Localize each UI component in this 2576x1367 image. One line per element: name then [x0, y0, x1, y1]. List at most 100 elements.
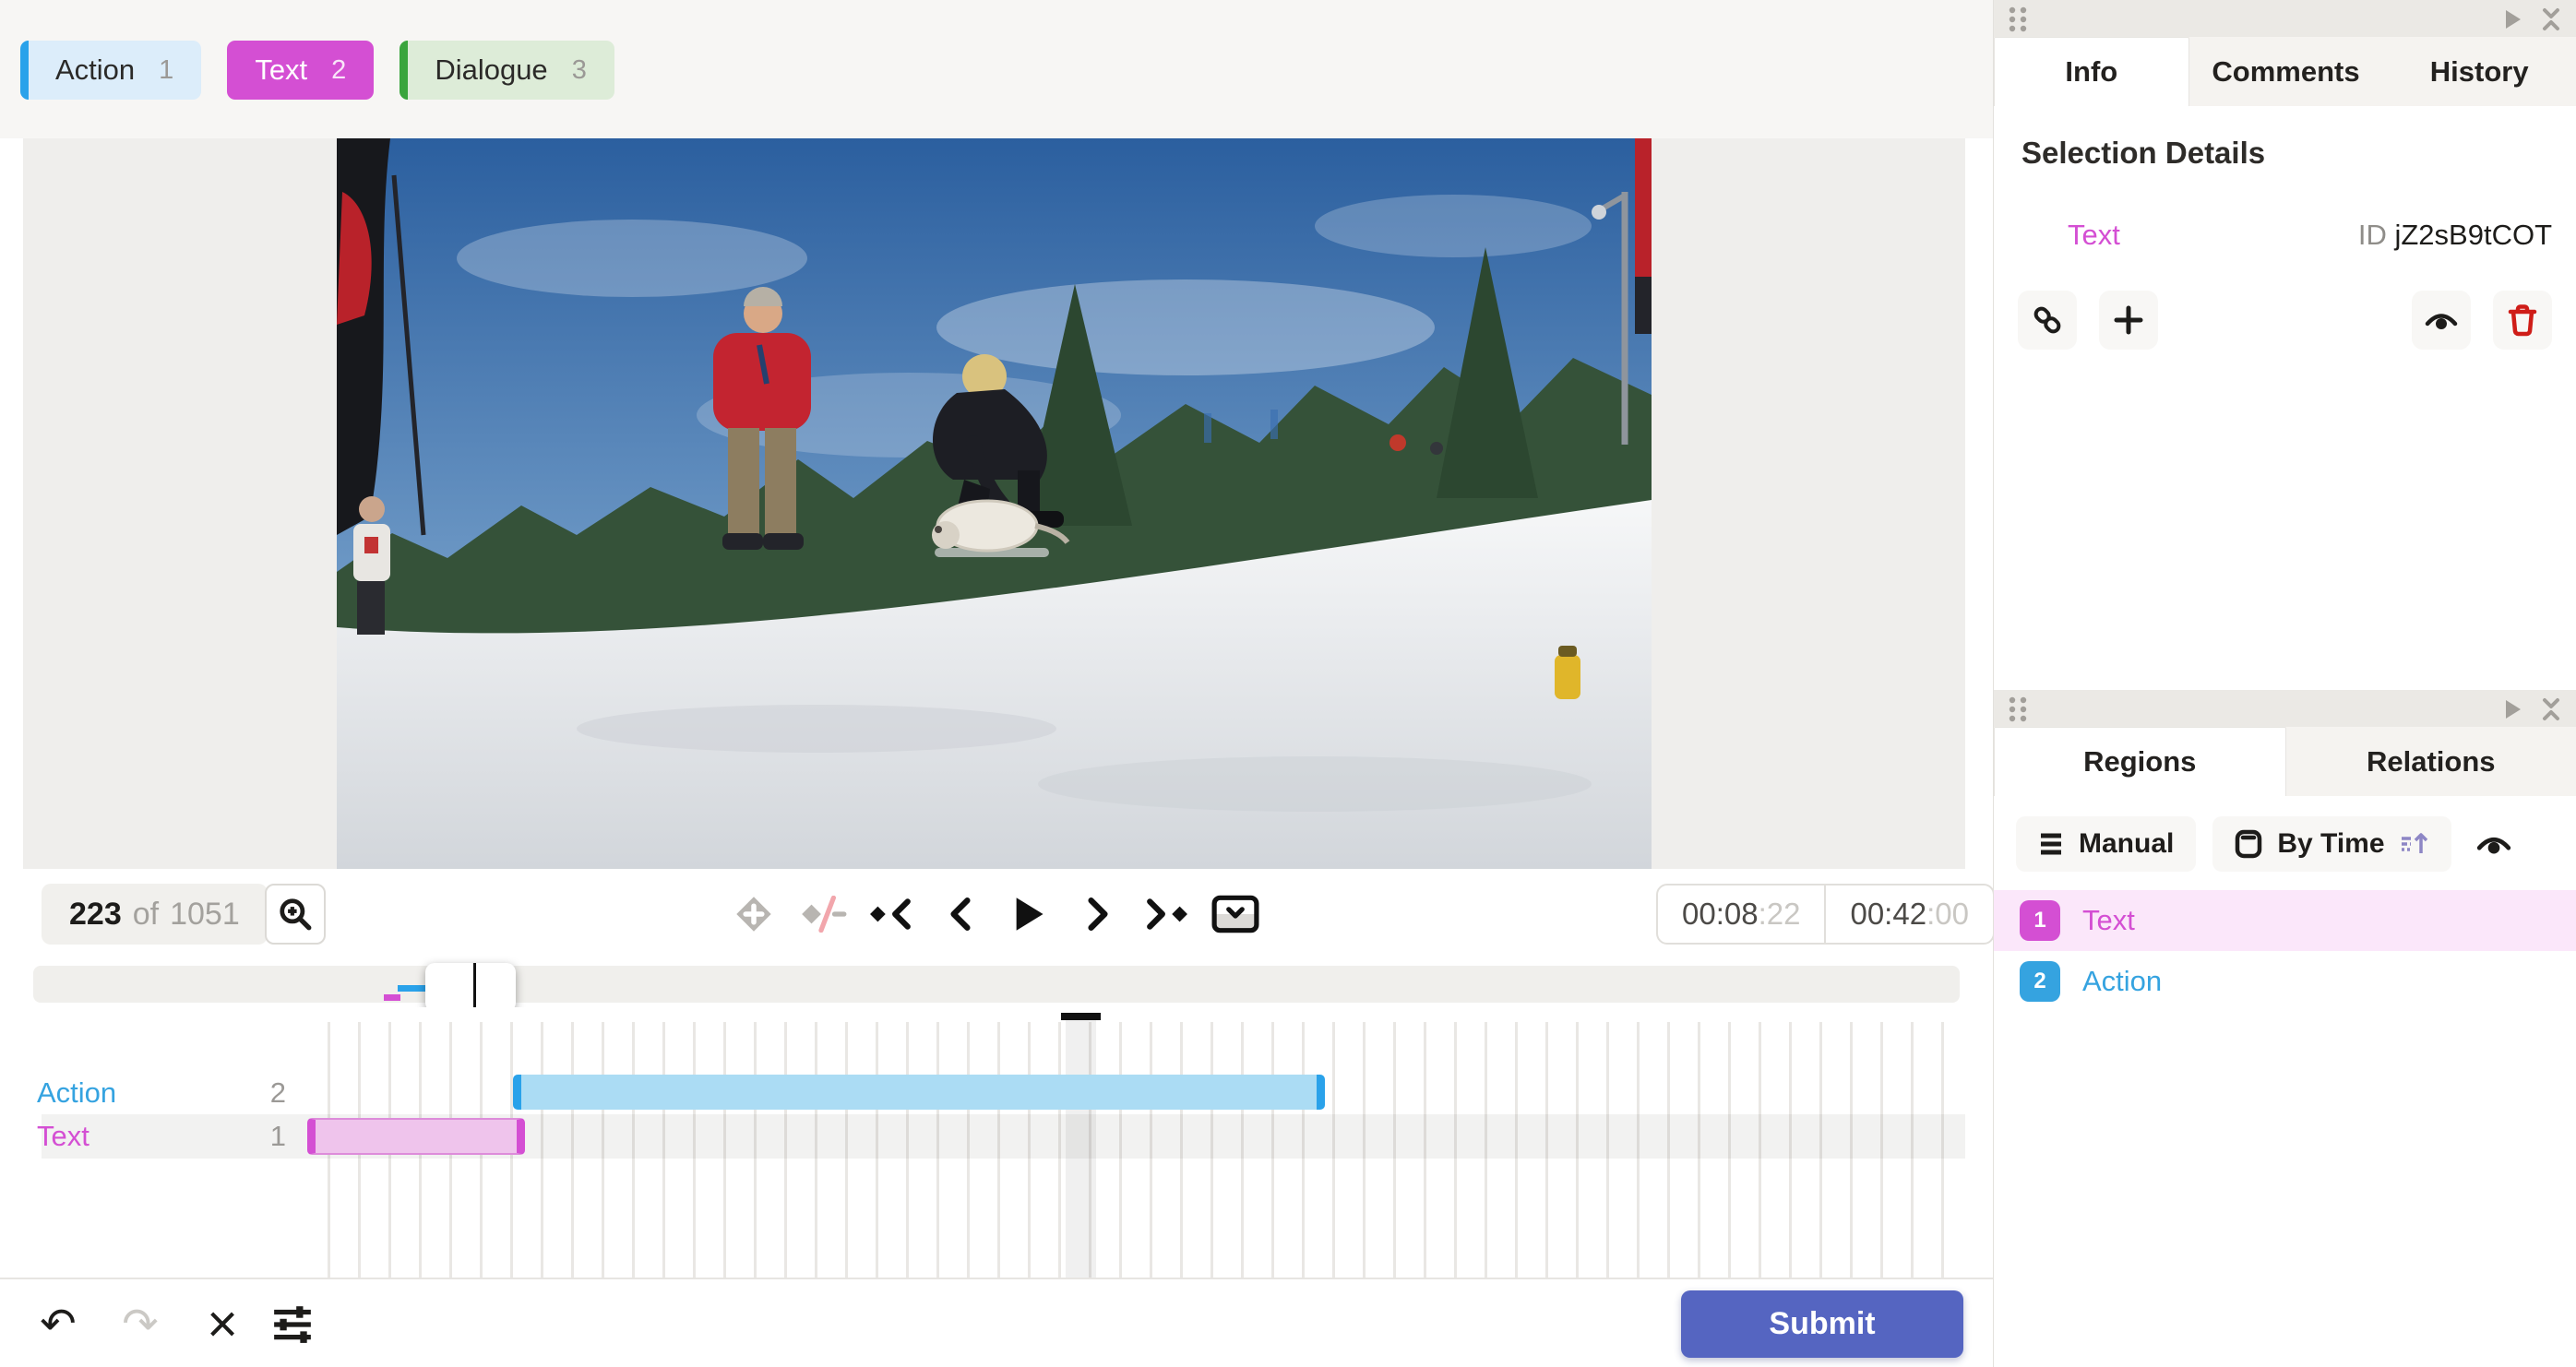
region-index-badge: 2 — [2020, 961, 2060, 1002]
regions-panel: Regions Relations Manual By Time 1 Text … — [1994, 690, 2576, 1367]
reset-button[interactable]: × — [196, 1294, 249, 1354]
minimap-viewport[interactable] — [425, 963, 516, 1012]
link-icon — [2033, 306, 2061, 334]
tab-comments[interactable]: Comments — [2189, 37, 2383, 106]
label-chip-dialogue[interactable]: Dialogue 3 — [400, 41, 614, 100]
label-chip-hotkey: 2 — [331, 54, 347, 85]
minimap-strip[interactable] — [33, 963, 1960, 1012]
panel-header — [1994, 0, 2576, 37]
regions-tabs: Regions Relations — [1994, 727, 2576, 796]
order-by-time-button[interactable]: By Time — [2212, 816, 2451, 872]
tab-relations[interactable]: Relations — [2286, 727, 2576, 796]
label-chip-text[interactable]: Text 2 — [227, 41, 375, 100]
track-count-text: 1 — [269, 1120, 286, 1152]
collapse-timeline-button[interactable] — [1209, 886, 1262, 942]
group-lines-icon — [2041, 833, 2061, 855]
region-list-item-text[interactable]: 1 Text — [1994, 890, 2576, 951]
toggle-interpolation-button[interactable] — [796, 886, 850, 942]
detach-panel-icon[interactable] — [2502, 8, 2522, 30]
region-label: Action — [2082, 965, 2163, 997]
region-label: Text — [2082, 904, 2135, 936]
submit-button[interactable]: Submit — [1681, 1290, 1963, 1358]
hide-region-button[interactable] — [2412, 291, 2471, 350]
bottom-toolbar: ↶ ↷ × Submit — [0, 1278, 1993, 1367]
time-display: 00:08 :22 00:42 :00 — [1656, 884, 1995, 945]
region-bar-text[interactable] — [307, 1118, 525, 1155]
eye-icon — [2425, 314, 2458, 329]
label-chip-name: Text — [255, 53, 308, 86]
drag-handle-icon[interactable] — [2007, 5, 2031, 34]
minimap-text-segment — [384, 994, 400, 1001]
video-frame[interactable] — [337, 138, 1652, 869]
prev-frame-button[interactable] — [934, 886, 987, 942]
frame-total: 1051 — [170, 896, 240, 932]
frame-current: 223 — [69, 896, 122, 932]
track-label-text[interactable]: Text — [37, 1114, 89, 1159]
timeline-zoom-button[interactable] — [265, 884, 326, 945]
detach-panel-icon[interactable] — [2502, 698, 2522, 720]
playback-buttons — [727, 884, 1262, 945]
next-keypoint-button[interactable] — [1139, 886, 1193, 942]
track-count-action: 2 — [269, 1076, 286, 1109]
magnifier-plus-icon — [280, 898, 312, 931]
regions-list: 1 Text 2 Action — [1994, 890, 2576, 1012]
duration-frames: :00 — [1926, 897, 1969, 931]
boxed-chevron-down-icon — [1211, 895, 1259, 933]
prev-keypoint-button[interactable] — [865, 886, 918, 942]
current-time[interactable]: 00:08 :22 — [1658, 897, 1824, 932]
selection-id-label: ID — [2357, 219, 2387, 251]
board-icon — [2236, 829, 2262, 859]
prev-keypoint-icon — [870, 898, 911, 930]
tab-history[interactable]: History — [2382, 37, 2576, 106]
region-list-item-action[interactable]: 2 Action — [1994, 951, 2576, 1012]
sort-asc-icon — [2401, 833, 2427, 853]
play-button[interactable] — [1002, 886, 1055, 942]
play-icon — [1016, 897, 1044, 931]
next-keypoint-icon — [1147, 898, 1188, 930]
redo-button[interactable]: ↷ — [113, 1296, 167, 1351]
panel-header — [1994, 690, 2576, 727]
minimap-playhead — [473, 963, 476, 1012]
duration-value: 00:42 — [1850, 897, 1927, 931]
settings-button[interactable] — [266, 1296, 319, 1351]
label-chip-action[interactable]: Action 1 — [20, 41, 202, 100]
add-relation-button[interactable] — [2099, 291, 2158, 350]
link-region-button[interactable] — [2018, 291, 2077, 350]
toggle-all-regions-visibility-button[interactable] — [2468, 818, 2520, 870]
tab-info[interactable]: Info — [1994, 37, 2189, 106]
chevron-left-icon — [950, 897, 971, 931]
frame-counter[interactable]: 223 of 1051 — [42, 884, 268, 945]
redo-icon: ↷ — [122, 1299, 159, 1348]
delete-region-button[interactable] — [2493, 291, 2552, 350]
playhead-handle[interactable] — [1061, 1013, 1101, 1020]
selection-id: ID jZ2sB9tCOT — [2358, 219, 2552, 252]
details-panel: Info Comments History Selection Details … — [1994, 0, 2576, 690]
chevron-right-icon — [1088, 897, 1108, 931]
timeline-minimap — [0, 961, 1993, 1012]
diamond-plus-icon — [736, 897, 771, 932]
video-stage — [23, 138, 1965, 869]
next-frame-button[interactable] — [1071, 886, 1125, 942]
label-chip-name: Dialogue — [435, 53, 548, 86]
current-time-frames: :22 — [1758, 897, 1801, 931]
playback-controls-bar: 223 of 1051 00:08:22 00:42:00 — [0, 869, 1995, 961]
label-chip-hotkey: 3 — [571, 54, 587, 85]
tab-regions[interactable]: Regions — [1994, 727, 2286, 796]
track-label-action[interactable]: Action — [37, 1072, 116, 1114]
frame-separator: of — [132, 896, 160, 932]
sliders-icon — [274, 1306, 311, 1343]
add-keypoint-button[interactable] — [727, 886, 781, 942]
order-by-time-label: By Time — [2277, 828, 2385, 859]
group-manual-button[interactable]: Manual — [2016, 816, 2197, 872]
selection-row[interactable]: Text ID jZ2sB9tCOT — [2068, 219, 2552, 252]
selection-id-value: jZ2sB9tCOT — [2394, 219, 2552, 251]
collapse-panel-icon[interactable] — [2539, 695, 2563, 724]
trash-icon — [2508, 304, 2537, 337]
drag-handle-icon[interactable] — [2007, 695, 2031, 724]
undo-button[interactable]: ↶ — [31, 1296, 85, 1351]
region-bar-action[interactable] — [513, 1075, 1325, 1110]
close-icon: × — [207, 1293, 238, 1354]
keypoint-slash-icon — [801, 896, 847, 933]
collapse-panel-icon[interactable] — [2539, 5, 2563, 34]
label-chip-hotkey: 1 — [159, 54, 174, 85]
